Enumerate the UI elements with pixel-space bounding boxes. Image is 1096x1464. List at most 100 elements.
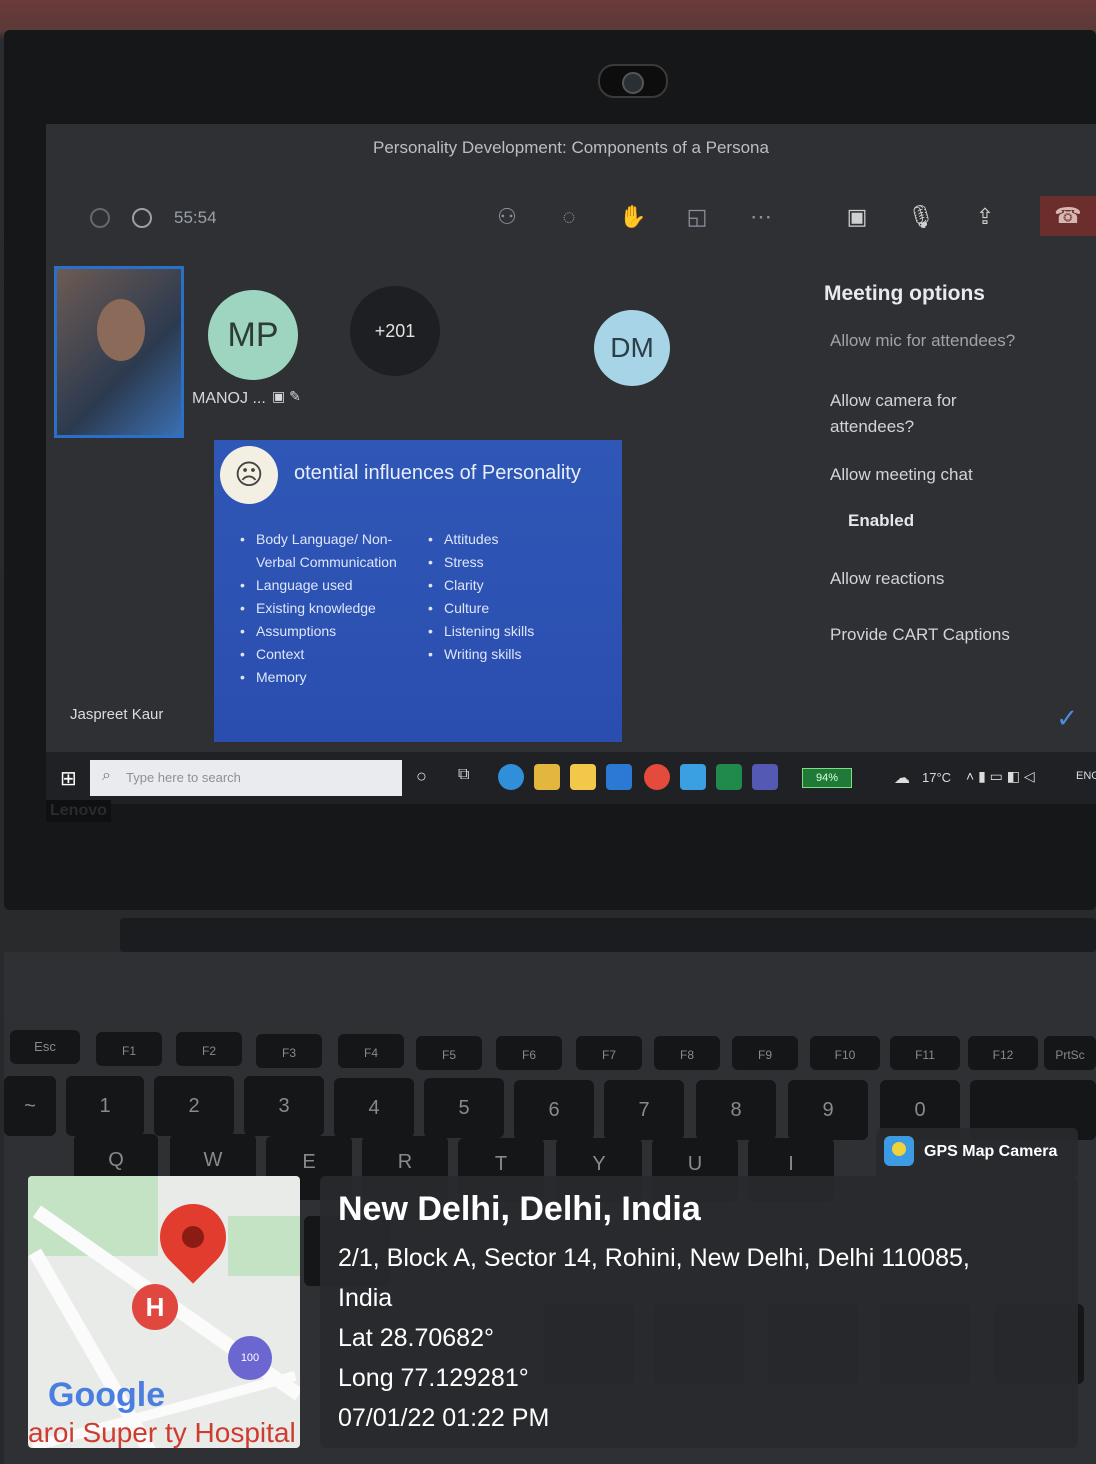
option-camera[interactable]: Allow camera for attendees? [830,388,990,440]
thinking-face-icon: ☹ [220,446,278,504]
more-icon[interactable]: ⋯ [746,202,776,232]
hangup-icon: ☎ [1054,203,1082,228]
key-f2[interactable]: F2 [176,1032,242,1066]
slide-item: Attitudes [428,528,608,551]
raise-hand-icon[interactable]: ✋ [618,202,648,232]
slide-item: Clarity [428,574,608,597]
hospital-pin-icon: H [132,1284,178,1330]
key-f1[interactable]: F1 [96,1032,162,1066]
key-tilde[interactable]: ~ [4,1076,56,1136]
map-park [228,1216,300,1276]
location-pin-icon [146,1190,240,1284]
edge-icon[interactable] [498,764,524,790]
mail-icon[interactable] [606,764,632,790]
task-view-icon[interactable]: ⧉ [458,766,469,784]
leave-button[interactable]: ☎ [1040,196,1096,236]
key-5[interactable]: 5 [424,1078,504,1138]
excel-icon[interactable] [716,764,742,790]
slide-item: Existing knowledge [240,597,410,620]
people-icon[interactable]: ⚇ [492,202,522,232]
laptop-hinge [120,918,1096,952]
key-f8[interactable]: F8 [654,1036,720,1070]
tray-icons[interactable]: ˄ ▮ ▭ ◧ ◁ [966,768,1035,785]
key-4[interactable]: 4 [334,1078,414,1138]
key-f6[interactable]: F6 [496,1036,562,1070]
shared-slide: ☹ otential influences of Personality Bod… [214,440,622,742]
avatar-dm[interactable]: DM [594,310,670,386]
slide-heading: otential influences of Personality [294,462,581,484]
slide-item: Stress [428,551,608,574]
battery-indicator[interactable]: 94% [802,768,852,788]
slide-item: Listening skills [428,620,608,643]
windows-start-icon[interactable]: ⊞ [60,766,77,791]
lenovo-logo: Lenovo [46,800,111,822]
weather-temp[interactable]: 17°C [922,770,951,785]
location-city: New Delhi, Delhi, India [338,1190,701,1228]
key-6[interactable]: 6 [514,1080,594,1140]
search-placeholder: Type here to search [126,770,241,785]
gps-camera-icon [884,1136,914,1166]
slide-item: Memory [240,666,410,689]
photos-icon[interactable] [680,764,706,790]
location-latitude: Lat 28.70682° [338,1324,494,1352]
store-icon[interactable] [534,764,560,790]
file-explorer-icon[interactable] [570,764,596,790]
option-mic[interactable]: Allow mic for attendees? [830,328,1015,346]
mic-off-icon[interactable]: 🎙 [906,202,936,232]
key-7[interactable]: 7 [604,1080,684,1140]
laptop-screen: Personality Development: Components of a… [46,124,1096,804]
key-9[interactable]: 9 [788,1080,868,1140]
taskbar-search[interactable]: ⌕ Type here to search [90,760,402,796]
meeting-title: Personality Development: Components of a… [373,138,769,157]
presenter-name: Jaspreet Kaur [70,706,164,723]
key-f9[interactable]: F9 [732,1036,798,1070]
options-title: Meeting options [824,282,985,305]
meeting-toolbar: 55:54 ⚇ ◌ ✋ ◱ ⋯ ▣ 🎙 ⇪ ☎ [46,196,1096,236]
language-indicator[interactable]: ENG [1076,770,1096,782]
meeting-timer: 55:54 [174,208,217,227]
self-video [54,266,184,438]
camera-off-icon[interactable]: ▣ [842,202,872,232]
record-indicator [132,208,152,228]
key-f12[interactable]: F12 [968,1036,1038,1070]
key-esc[interactable]: Esc [10,1030,80,1064]
share-icon[interactable]: ⇪ [970,202,1000,232]
rooms-icon[interactable]: ◱ [682,202,712,232]
key-1[interactable]: 1 [66,1076,144,1136]
key-3[interactable]: 3 [244,1076,324,1136]
slide-item: Culture [428,597,608,620]
webcam-lens [622,72,644,94]
chat-dropdown[interactable]: Enabled [848,508,914,534]
key-f11[interactable]: F11 [890,1036,960,1070]
chrome-icon[interactable] [644,764,670,790]
location-datetime: 07/01/22 01:22 PM [338,1404,550,1432]
key-f4[interactable]: F4 [338,1034,404,1068]
teams-icon[interactable] [752,764,778,790]
key-f7[interactable]: F7 [576,1036,642,1070]
key-2[interactable]: 2 [154,1076,234,1136]
option-cart[interactable]: Provide CART Captions [830,622,1010,648]
chat-icon[interactable]: ◌ [554,202,584,232]
check-icon: ✓ [1056,703,1078,733]
gps-app-badge: GPS Map Camera [876,1128,1078,1176]
slide-item: Context [240,643,410,666]
key-prtsc[interactable]: PrtSc [1044,1036,1096,1070]
cortana-icon[interactable]: ○ [416,766,427,787]
key-f10[interactable]: F10 [810,1036,880,1070]
key-8[interactable]: 8 [696,1080,776,1140]
google-logo: Google [48,1376,166,1414]
option-chat: Allow meeting chat [830,465,973,484]
location-map: H 100 aroi Super ty Hospital Google [28,1176,300,1448]
participant-name-mp: MANOJ ... [192,390,266,407]
slide-item: Writing skills [428,643,608,666]
key-f5[interactable]: F5 [416,1036,482,1070]
overflow-count[interactable]: +201 [350,286,440,376]
avatar-mp[interactable]: MP [208,290,298,380]
key-f3[interactable]: F3 [256,1034,322,1068]
status-indicator [90,208,110,228]
map-place-label: aroi Super ty Hospital [28,1417,296,1448]
option-reactions[interactable]: Allow reactions [830,566,944,592]
place-badge-icon: 100 [228,1336,272,1380]
pin-center [177,1221,209,1253]
participant-face [97,299,145,361]
